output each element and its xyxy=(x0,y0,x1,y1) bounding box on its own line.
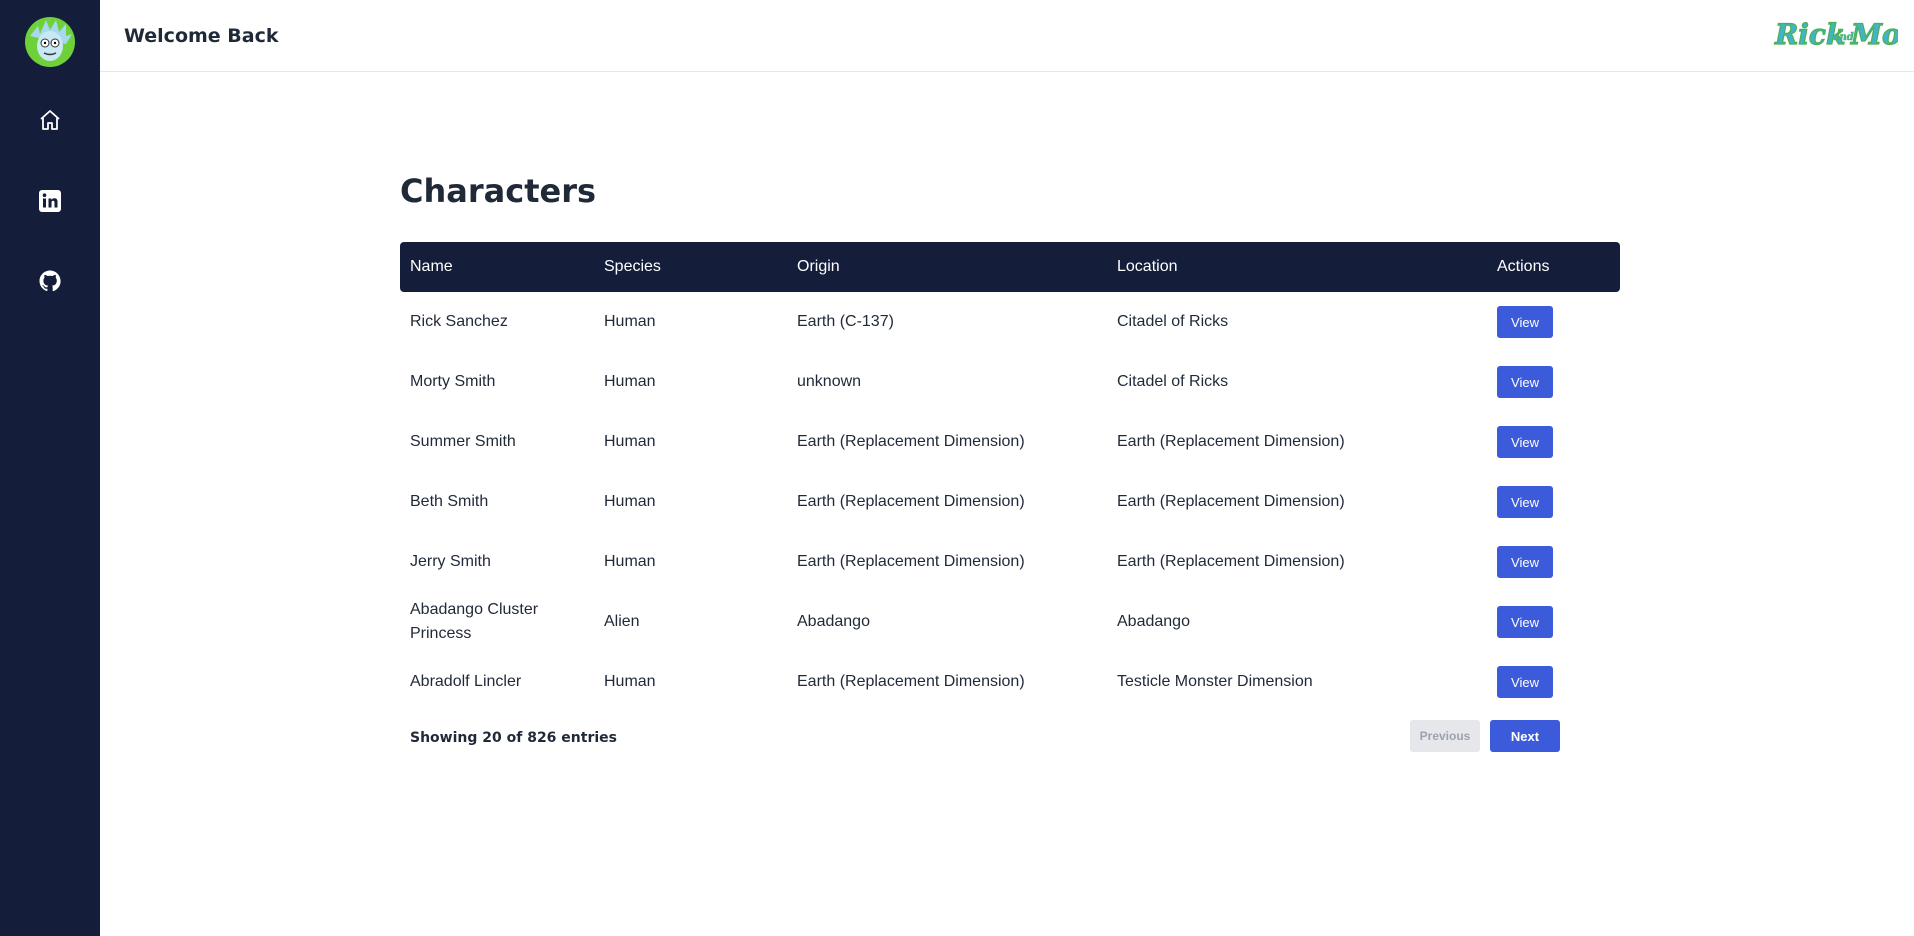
cell-species: Human xyxy=(604,553,656,570)
view-button[interactable]: View xyxy=(1497,426,1553,458)
cell-actions: View xyxy=(1487,292,1620,352)
column-header-location: Location xyxy=(1117,258,1178,275)
page-title: Characters xyxy=(400,172,597,210)
top-bar: Welcome Back Rick and Morty xyxy=(100,0,1914,72)
view-button[interactable]: View xyxy=(1497,306,1553,338)
cell-name: Summer Smith xyxy=(410,433,516,450)
cell-origin: Earth (Replacement Dimension) xyxy=(797,433,1025,450)
cell-name: Abradolf Lincler xyxy=(410,673,522,690)
cell-species: Human xyxy=(604,433,656,450)
github-icon[interactable] xyxy=(34,265,66,297)
cell-origin: Earth (C-137) xyxy=(797,313,894,330)
cell-name: Beth Smith xyxy=(410,493,489,510)
column-header-actions: Actions xyxy=(1497,258,1550,275)
cell-actions: View xyxy=(1487,412,1620,472)
cell-actions: View xyxy=(1487,652,1620,712)
cell-species: Human xyxy=(604,493,656,510)
view-button[interactable]: View xyxy=(1497,486,1553,518)
cell-species: Human xyxy=(604,313,656,330)
view-button[interactable]: View xyxy=(1497,366,1553,398)
linkedin-icon[interactable] xyxy=(34,185,66,217)
rick-and-morty-logo: Rick and Morty xyxy=(1773,10,1914,60)
column-header-origin: Origin xyxy=(797,258,840,275)
home-icon[interactable] xyxy=(34,104,66,136)
svg-text:Morty: Morty xyxy=(1850,18,1898,51)
app: Welcome Back Rick and Morty Characters N… xyxy=(0,0,1914,936)
table-row: Abradolf Lincler Human Earth (Replacemen… xyxy=(400,652,1620,712)
cell-origin: Earth (Replacement Dimension) xyxy=(797,673,1025,690)
sidebar xyxy=(0,0,100,936)
cell-location: Abadango xyxy=(1117,613,1190,630)
cell-name: Rick Sanchez xyxy=(410,313,508,330)
table-row: Morty Smith Human unknown Citadel of Ric… xyxy=(400,352,1620,412)
cell-actions: View xyxy=(1487,532,1620,592)
column-header-species: Species xyxy=(604,258,661,275)
table-row: Abadango Cluster Princess Alien Abadango… xyxy=(400,592,1620,652)
cell-species: Alien xyxy=(604,613,640,630)
cell-origin: Earth (Replacement Dimension) xyxy=(797,493,1025,510)
table-footer: Showing 20 of 826 entries Previous Next xyxy=(400,714,1620,764)
cell-actions: View xyxy=(1487,592,1620,652)
cell-name: Morty Smith xyxy=(410,373,496,390)
table-row: Beth Smith Human Earth (Replacement Dime… xyxy=(400,472,1620,532)
view-button[interactable]: View xyxy=(1497,546,1553,578)
table-row: Summer Smith Human Earth (Replacement Di… xyxy=(400,412,1620,472)
cell-actions: View xyxy=(1487,472,1620,532)
characters-table: Name Species Origin Location Actions Ric… xyxy=(400,242,1620,712)
cell-location: Earth (Replacement Dimension) xyxy=(1117,553,1345,570)
cell-origin: Abadango xyxy=(797,613,870,630)
pagination-summary: Showing 20 of 826 entries xyxy=(410,730,617,746)
cell-location: Testicle Monster Dimension xyxy=(1117,673,1313,690)
cell-actions: View xyxy=(1487,352,1620,412)
column-header-name: Name xyxy=(410,258,453,275)
cell-location: Citadel of Ricks xyxy=(1117,313,1229,330)
view-button[interactable]: View xyxy=(1497,666,1553,698)
next-button[interactable]: Next xyxy=(1490,720,1560,752)
cell-name: Jerry Smith xyxy=(410,553,491,570)
rick-avatar[interactable] xyxy=(24,16,76,68)
cell-origin: unknown xyxy=(797,373,862,390)
table-row: Rick Sanchez Human Earth (C-137) Citadel… xyxy=(400,292,1620,352)
table-header-row: Name Species Origin Location Actions xyxy=(400,242,1620,292)
cell-location: Earth (Replacement Dimension) xyxy=(1117,433,1345,450)
main-content: Characters Name Species Origin Location … xyxy=(400,172,1620,764)
view-button[interactable]: View xyxy=(1497,606,1553,638)
cell-species: Human xyxy=(604,673,656,690)
cell-species: Human xyxy=(604,373,656,390)
table-row: Jerry Smith Human Earth (Replacement Dim… xyxy=(400,532,1620,592)
cell-name: Abadango Cluster Princess xyxy=(410,601,539,642)
previous-button[interactable]: Previous xyxy=(1410,720,1480,752)
welcome-text: Welcome Back xyxy=(124,25,279,47)
cell-location: Citadel of Ricks xyxy=(1117,373,1229,390)
cell-location: Earth (Replacement Dimension) xyxy=(1117,493,1345,510)
cell-origin: Earth (Replacement Dimension) xyxy=(797,553,1025,570)
